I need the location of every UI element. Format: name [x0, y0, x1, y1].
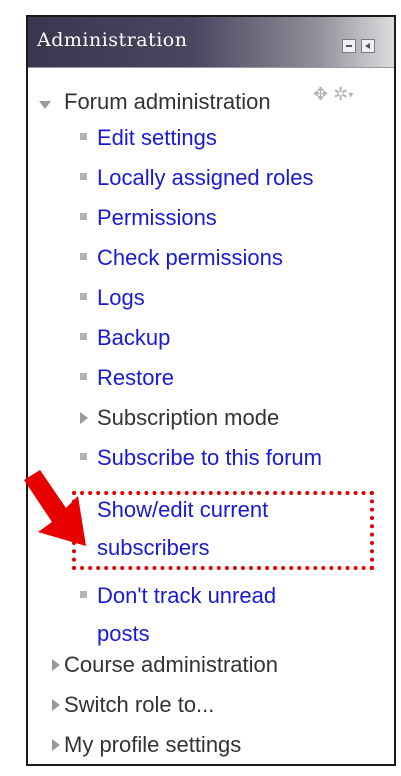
chevron-down-icon[interactable]: ▾	[348, 90, 353, 101]
bullet-icon	[80, 173, 87, 180]
dont-track-unread-link-cont[interactable]: posts	[97, 619, 150, 649]
bullet-icon	[80, 333, 87, 340]
bullet-icon	[80, 133, 87, 140]
gear-icon[interactable]: ✲	[333, 84, 348, 104]
subscribe-forum-link[interactable]: Subscribe to this forum	[97, 443, 322, 473]
forum-administration-node[interactable]: Forum administration	[64, 87, 271, 117]
bullet-icon	[80, 453, 87, 460]
collapsed-triangle-icon[interactable]	[52, 659, 60, 671]
subscription-mode-node[interactable]: Subscription mode	[97, 403, 279, 433]
collapsed-triangle-icon[interactable]	[80, 412, 88, 424]
bullet-icon	[80, 293, 87, 300]
bullet-icon	[80, 373, 87, 380]
locally-assigned-roles-link[interactable]: Locally assigned roles	[97, 163, 313, 193]
edit-settings-link[interactable]: Edit settings	[97, 123, 217, 153]
my-profile-settings-node[interactable]: My profile settings	[64, 730, 241, 760]
check-permissions-link[interactable]: Check permissions	[97, 243, 283, 273]
collapsed-triangle-icon[interactable]	[52, 739, 60, 751]
expanded-triangle-icon[interactable]	[39, 101, 51, 109]
backup-link[interactable]: Backup	[97, 323, 170, 353]
move-icon[interactable]: ✥	[313, 84, 328, 104]
logs-link[interactable]: Logs	[97, 283, 145, 313]
red-arrow-icon	[24, 470, 86, 546]
highlight-box	[72, 491, 374, 570]
bullet-icon	[80, 213, 87, 220]
minimize-icon[interactable]	[342, 39, 356, 53]
block-header: Administration	[28, 17, 394, 68]
block-tools: ✥ ✲▾	[313, 84, 353, 105]
block-title: Administration	[37, 29, 188, 51]
bullet-icon	[80, 591, 87, 598]
restore-link[interactable]: Restore	[97, 363, 174, 393]
switch-role-node[interactable]: Switch role to...	[64, 690, 214, 720]
dont-track-unread-link[interactable]: Don't track unread	[97, 581, 276, 611]
permissions-link[interactable]: Permissions	[97, 203, 217, 233]
dock-icon[interactable]	[361, 39, 375, 53]
collapsed-triangle-icon[interactable]	[52, 699, 60, 711]
bullet-icon	[80, 253, 87, 260]
course-administration-node[interactable]: Course administration	[64, 650, 278, 680]
